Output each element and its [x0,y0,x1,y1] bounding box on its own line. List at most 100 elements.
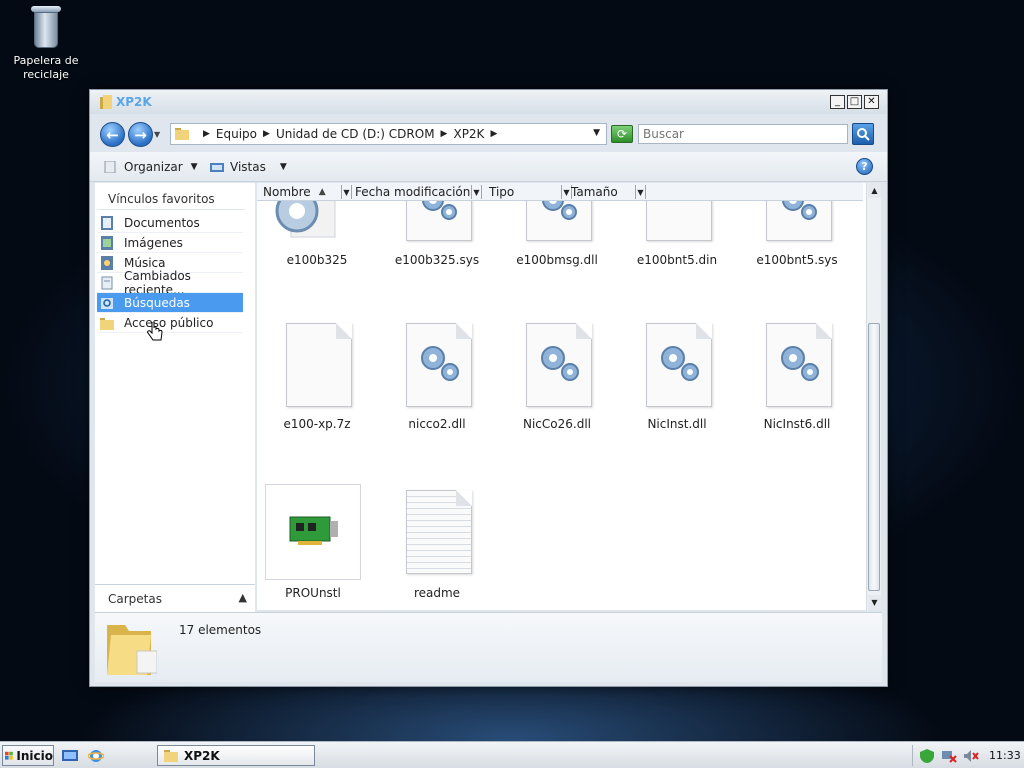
file-item[interactable]: e100bnt5.din [625,201,729,281]
folders-toggle[interactable]: Carpetas ▲ [95,584,255,612]
chevron-right-icon[interactable]: ▶ [441,129,448,139]
column-date-modified[interactable]: Fecha modificación ▼ [355,183,482,201]
file-item[interactable]: nicco2.dll [385,323,489,433]
file-item[interactable]: NicCo26.dll [505,323,609,433]
file-item[interactable]: e100b325.sys [385,201,489,281]
system-file-icon [526,201,592,241]
breadcrumb-cd-drive[interactable]: Unidad de CD (D:) CDROM [276,127,435,141]
chevron-right-icon[interactable]: ▶ [263,129,270,139]
folder-icon [100,95,112,109]
nav-item-searches[interactable]: Búsquedas [97,293,243,313]
search-input[interactable] [639,125,847,143]
back-button[interactable]: ← [100,122,125,147]
address-bar[interactable]: ▶ Equipo ▶ Unidad de CD (D:) CDROM ▶ XP2… [170,123,607,145]
system-file-icon [406,323,472,407]
close-button[interactable]: ✕ [864,95,879,109]
nav-item-recent[interactable]: Cambiados reciente... [97,269,243,297]
file-item[interactable]: NicInst.dll [625,323,729,433]
organize-label: Organizar [124,160,183,174]
nav-item-public[interactable]: Acceso público [97,313,243,333]
views-menu[interactable]: Vistas ▼ [210,160,287,174]
views-label: Vistas [230,160,266,174]
file-grid: e100b325 e100b325.sys e100bmsg.dll e100b… [257,201,863,610]
start-button[interactable]: Inicio [2,745,54,766]
search-box[interactable] [638,124,848,144]
music-icon [101,255,113,270]
gear-app-icon [275,201,336,238]
favorite-links-header: Vínculos favoritos [108,192,215,206]
network-disconnected-icon[interactable] [941,749,957,763]
pictures-icon [101,235,113,250]
chevron-right-icon[interactable]: ▶ [203,129,210,139]
show-desktop-icon[interactable] [62,748,78,764]
system-file-icon [526,323,592,407]
file-item[interactable]: e100-xp.7z [265,323,369,433]
breadcrumb-computer[interactable]: Equipo [216,127,257,141]
search-button[interactable] [852,123,874,145]
recent-pages-dropdown[interactable]: ▼ [154,130,160,139]
taskbar-window-xp2k[interactable]: XP2K [157,745,315,766]
column-filter-icon[interactable]: ▼ [635,185,646,199]
nav-item-label: Música [124,255,166,270]
column-size[interactable]: Tamaño ▼ [571,183,646,201]
recycle-bin[interactable]: Papelera de reciclaje [8,2,84,82]
column-type[interactable]: Tipo ▼ [489,183,572,201]
window-title: XP2K [116,95,152,109]
clock[interactable]: 11:33 [989,749,1021,762]
help-button[interactable]: ? [856,158,873,175]
search-folder-icon [101,297,113,309]
network-card-icon [265,484,361,580]
blank-file-icon [286,323,352,407]
recycle-bin-label: Papelera de reciclaje [13,54,79,81]
address-dropdown-icon[interactable]: ▼ [593,128,600,138]
chevron-down-icon: ▼ [279,162,287,172]
file-item[interactable]: e100bmsg.dll [505,201,609,281]
views-icon [210,163,224,172]
chevron-right-icon[interactable]: ▶ [490,129,497,139]
breadcrumb-xp2k[interactable]: XP2K [453,127,484,141]
command-toolbar: Organizar ▼ Vistas ▼ ? [90,152,887,182]
file-item[interactable]: e100b325 [265,201,369,281]
details-pane: 17 elementos [95,612,882,682]
volume-muted-icon[interactable] [963,749,979,763]
system-file-icon [766,323,832,407]
minimize-button[interactable]: _ [830,95,845,109]
refresh-button[interactable]: ⟳ [611,125,633,143]
file-item[interactable]: NicInst6.dll [745,323,849,433]
taskbar-window-label: XP2K [184,748,220,763]
blank-file-icon [646,201,712,241]
nav-item-documents[interactable]: Documentos [97,213,243,233]
forward-button[interactable]: → [128,122,153,147]
folders-label: Carpetas [108,592,162,606]
scroll-up-button[interactable]: ▲ [868,183,881,198]
chevron-up-icon: ▲ [238,591,247,604]
nav-item-pictures[interactable]: Imágenes [97,233,243,253]
internet-explorer-icon[interactable] [88,748,104,764]
chevron-down-icon: ▼ [190,162,198,172]
navigation-pane: Vínculos favoritos Documentos Imágenes M… [95,183,255,612]
scroll-thumb[interactable] [868,323,880,591]
title-bar[interactable]: XP2K _ □ ✕ [90,90,887,114]
scroll-down-button[interactable]: ▼ [868,595,881,610]
column-filter-icon[interactable]: ▼ [341,185,352,199]
maximize-button[interactable]: □ [847,95,862,109]
hand-cursor-icon [147,322,163,341]
nav-item-label: Acceso público [124,315,214,330]
system-tray: 11:33 [912,745,1022,766]
column-name[interactable]: Nombre ▲ ▼ [263,183,352,201]
nav-item-label: Búsquedas [124,295,190,310]
column-filter-icon[interactable]: ▼ [471,185,482,199]
security-shield-icon[interactable] [919,748,935,763]
column-headers: Nombre ▲ ▼ Fecha modificación ▼ Tipo ▼ Ta… [257,183,863,201]
organize-icon [104,161,116,173]
vertical-scrollbar[interactable]: ▲ ▼ [866,183,881,610]
nav-item-label: Documentos [124,215,200,230]
system-file-icon [646,323,712,407]
documents-icon [101,215,113,230]
folder-icon [164,749,178,762]
system-file-icon [766,201,832,241]
organize-menu[interactable]: Organizar ▼ [104,160,198,174]
file-item[interactable]: e100bnt5.sys [745,201,849,281]
file-item[interactable]: readme [385,484,489,604]
file-item[interactable]: PROUnstl [257,484,361,604]
